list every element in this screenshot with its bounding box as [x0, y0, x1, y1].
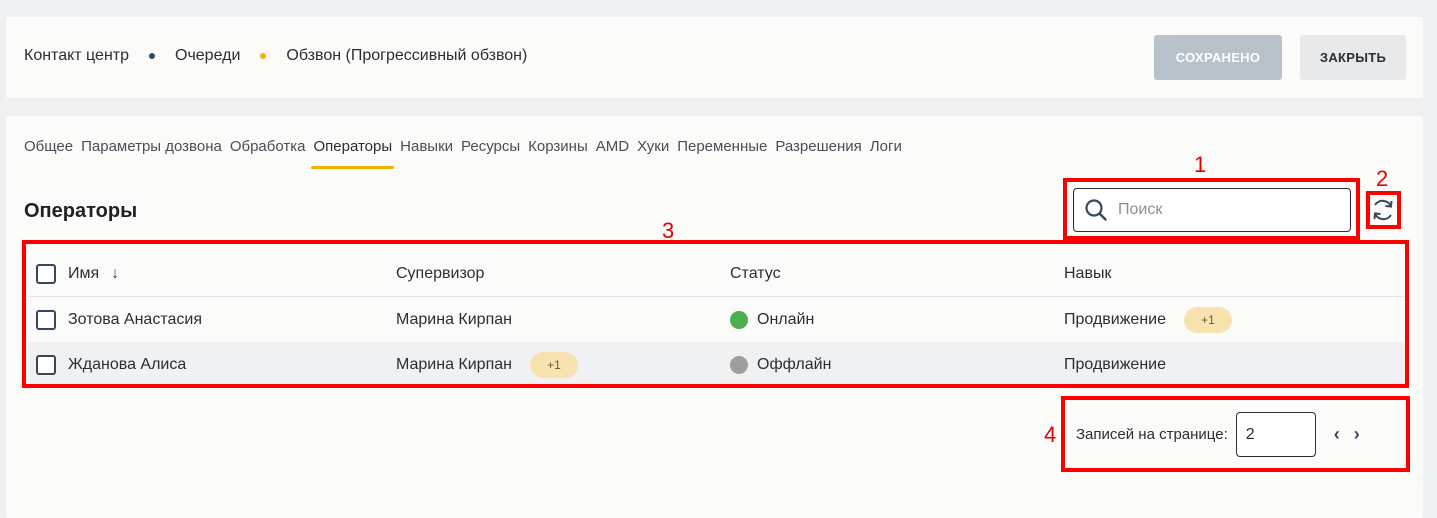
- top-bar: Контакт центр Очереди Обзвон (Прогрессив…: [6, 17, 1423, 98]
- breadcrumb-separator-dot: [149, 53, 155, 59]
- tab-bar: Общее Параметры дозвона Обработка Операт…: [24, 138, 910, 169]
- breadcrumb-queues[interactable]: Очереди: [175, 47, 240, 65]
- tab-amd[interactable]: AMD: [596, 138, 629, 169]
- annotation-box-table: [22, 240, 1409, 388]
- tab-general[interactable]: Общее: [24, 138, 73, 169]
- tab-baskets[interactable]: Корзины: [528, 138, 588, 169]
- close-button[interactable]: ЗАКРЫТЬ: [1300, 35, 1406, 80]
- breadcrumb: Контакт центр Очереди Обзвон (Прогрессив…: [24, 47, 527, 65]
- tab-skills[interactable]: Навыки: [400, 138, 453, 169]
- annotation-box-pagination: [1061, 396, 1410, 472]
- annotation-label-1: 1: [1194, 152, 1207, 177]
- page-title: Операторы: [24, 200, 138, 222]
- annotation-label-4: 4: [1044, 422, 1057, 447]
- breadcrumb-contact-center[interactable]: Контакт центр: [24, 47, 129, 65]
- tab-operators[interactable]: Операторы: [311, 138, 394, 169]
- saved-button[interactable]: СОХРАНЕНО: [1154, 35, 1282, 80]
- tab-processing[interactable]: Обработка: [230, 138, 306, 169]
- breadcrumb-current: Обзвон (Прогрессивный обзвон): [286, 47, 528, 64]
- annotation-label-2: 2: [1376, 166, 1389, 191]
- tab-variables[interactable]: Переменные: [677, 138, 767, 169]
- tab-hooks[interactable]: Хуки: [637, 138, 669, 169]
- tab-logs[interactable]: Логи: [870, 138, 902, 169]
- tab-permissions[interactable]: Разрешения: [775, 138, 861, 169]
- tab-dial-params[interactable]: Параметры дозвона: [81, 138, 222, 169]
- breadcrumb-separator-dot: [260, 53, 267, 59]
- annotation-box-search: [1063, 178, 1360, 240]
- tab-resources[interactable]: Ресурсы: [461, 138, 520, 169]
- annotation-label-3: 3: [662, 218, 675, 243]
- annotation-box-refresh: [1366, 191, 1401, 229]
